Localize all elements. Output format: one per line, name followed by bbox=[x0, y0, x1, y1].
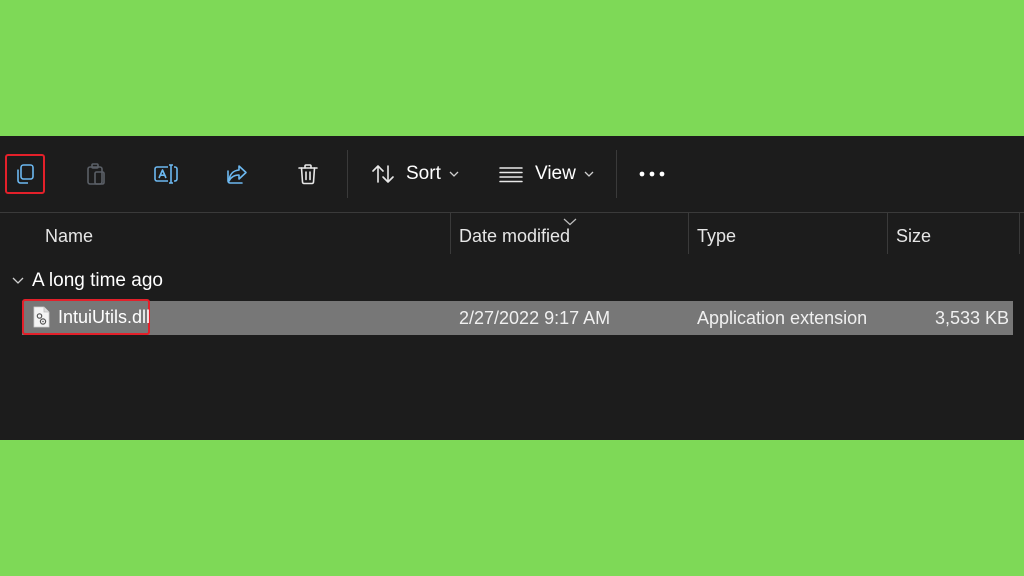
file-name-cell[interactable]: IntuiUtils.dll bbox=[22, 299, 150, 335]
sort-icon bbox=[370, 162, 396, 186]
group-header[interactable]: A long time ago bbox=[12, 268, 163, 294]
column-header-size[interactable]: Size bbox=[887, 213, 1019, 260]
file-size: 3,533 KB bbox=[934, 307, 1009, 328]
more-options-button[interactable] bbox=[632, 154, 672, 194]
column-header-size-label: Size bbox=[896, 226, 932, 246]
paste-icon bbox=[84, 162, 108, 186]
share-button[interactable] bbox=[217, 154, 257, 194]
column-header-type[interactable]: Type bbox=[688, 213, 887, 260]
view-label: View bbox=[535, 163, 576, 184]
column-header-date-label: Date modified bbox=[459, 226, 571, 246]
group-header-label: A long time ago bbox=[32, 270, 163, 291]
list-view-icon bbox=[498, 164, 524, 184]
rename-button[interactable] bbox=[146, 154, 186, 194]
sort-button[interactable]: Sort bbox=[370, 158, 459, 190]
file-row[interactable]: IntuiUtils.dll 2/27/2022 9:17 AM Applica… bbox=[22, 299, 1013, 335]
view-button[interactable]: View bbox=[498, 158, 594, 190]
copy-icon bbox=[13, 162, 37, 186]
rename-icon bbox=[153, 162, 179, 186]
delete-button[interactable] bbox=[288, 154, 328, 194]
column-header-name-label: Name bbox=[45, 226, 94, 246]
file-name: IntuiUtils.dll bbox=[58, 306, 151, 327]
file-type: Application extension bbox=[697, 307, 868, 328]
trash-icon bbox=[296, 162, 320, 186]
dll-file-icon bbox=[32, 306, 50, 328]
more-horizontal-icon bbox=[639, 171, 665, 177]
chevron-down-icon bbox=[449, 171, 459, 177]
column-header-type-label: Type bbox=[697, 226, 737, 246]
copy-button[interactable] bbox=[5, 154, 45, 194]
paste-button[interactable] bbox=[76, 154, 116, 194]
file-date-modified: 2/27/2022 9:17 AM bbox=[459, 307, 611, 328]
toolbar-separator bbox=[347, 150, 348, 198]
column-divider[interactable] bbox=[1019, 213, 1020, 254]
chevron-down-icon bbox=[12, 277, 24, 285]
column-header-date-modified[interactable]: Date modified bbox=[450, 213, 688, 260]
column-header-row: Name Date modified Type Size bbox=[0, 212, 1024, 260]
file-explorer-window: Sort View Name Date modified Type Size A… bbox=[0, 136, 1024, 440]
toolbar-separator bbox=[616, 150, 617, 198]
sort-label: Sort bbox=[406, 163, 441, 184]
column-header-name[interactable]: Name bbox=[36, 213, 450, 260]
chevron-down-icon bbox=[584, 171, 594, 177]
share-icon bbox=[225, 162, 249, 186]
command-bar: Sort View bbox=[0, 136, 1024, 212]
